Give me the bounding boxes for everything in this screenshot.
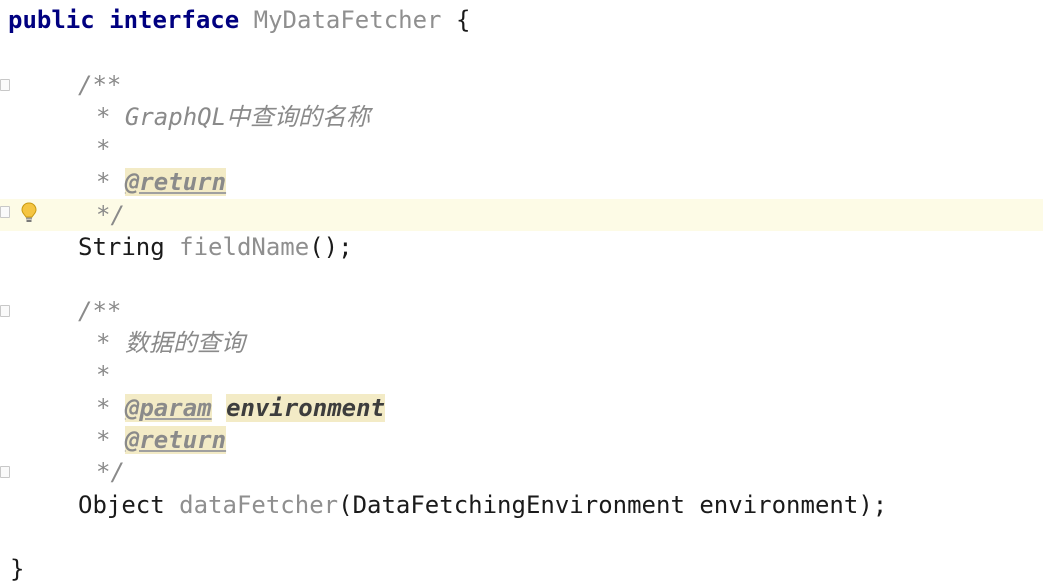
interface-name: MyDataFetcher xyxy=(253,6,442,34)
closing-brace: } xyxy=(10,555,25,583)
fold-marker-icon[interactable] xyxy=(0,206,10,218)
doc-close: */ xyxy=(96,458,125,486)
lightbulb-icon[interactable] xyxy=(20,201,38,225)
open-brace: { xyxy=(455,6,471,34)
code-line-interface: public interface MyDataFetcher { xyxy=(8,4,470,36)
doc-star: * xyxy=(96,426,125,454)
doc-param-name: environment xyxy=(226,394,386,422)
doc-blank-line: * xyxy=(96,361,111,389)
doc-tag-return: @return xyxy=(124,168,227,196)
keyword-public: public xyxy=(8,6,95,34)
doc-description: 数据的查询 xyxy=(124,329,245,357)
current-line-highlight xyxy=(0,199,1043,231)
param-type: DataFetchingEnvironment xyxy=(352,491,685,519)
code-line-fieldname: String fieldName(); xyxy=(78,231,353,263)
doc-close: */ xyxy=(96,201,125,229)
return-type: String xyxy=(78,233,165,261)
method-name: dataFetcher xyxy=(179,491,339,519)
doc-tag-param: @param xyxy=(124,394,212,422)
doc-return-line: * @return xyxy=(96,166,227,198)
method-name: fieldName xyxy=(179,233,310,261)
doc-star: * xyxy=(96,329,125,357)
doc-tag-return: @return xyxy=(124,426,227,454)
doc-description: GraphQL中查询的名称 xyxy=(124,103,371,131)
doc-star: * xyxy=(96,394,125,422)
fold-marker-icon[interactable] xyxy=(0,466,10,478)
doc-star: * xyxy=(96,103,125,131)
keyword-interface: interface xyxy=(109,6,240,34)
code-line-datafetcher: Object dataFetcher(DataFetchingEnvironme… xyxy=(78,489,887,521)
method-rest: (); xyxy=(309,233,353,261)
doc-desc-line: * 数据的查询 xyxy=(96,327,245,359)
fold-marker-icon[interactable] xyxy=(0,305,10,317)
return-type: Object xyxy=(78,491,165,519)
fold-marker-icon[interactable] xyxy=(0,79,10,91)
doc-blank-line: * xyxy=(96,135,111,163)
close-paren: ); xyxy=(858,491,888,519)
doc-desc-line: * GraphQL中查询的名称 xyxy=(96,101,370,133)
doc-return-line: * @return xyxy=(96,424,227,456)
code-editor[interactable]: public interface MyDataFetcher { /** * G… xyxy=(0,0,1043,588)
doc-open: /** xyxy=(78,71,122,99)
param-variable: environment xyxy=(699,491,859,519)
doc-param-line: * @param environment xyxy=(96,392,386,424)
open-paren: ( xyxy=(338,491,353,519)
doc-star: * xyxy=(96,168,125,196)
doc-open: /** xyxy=(78,297,122,325)
